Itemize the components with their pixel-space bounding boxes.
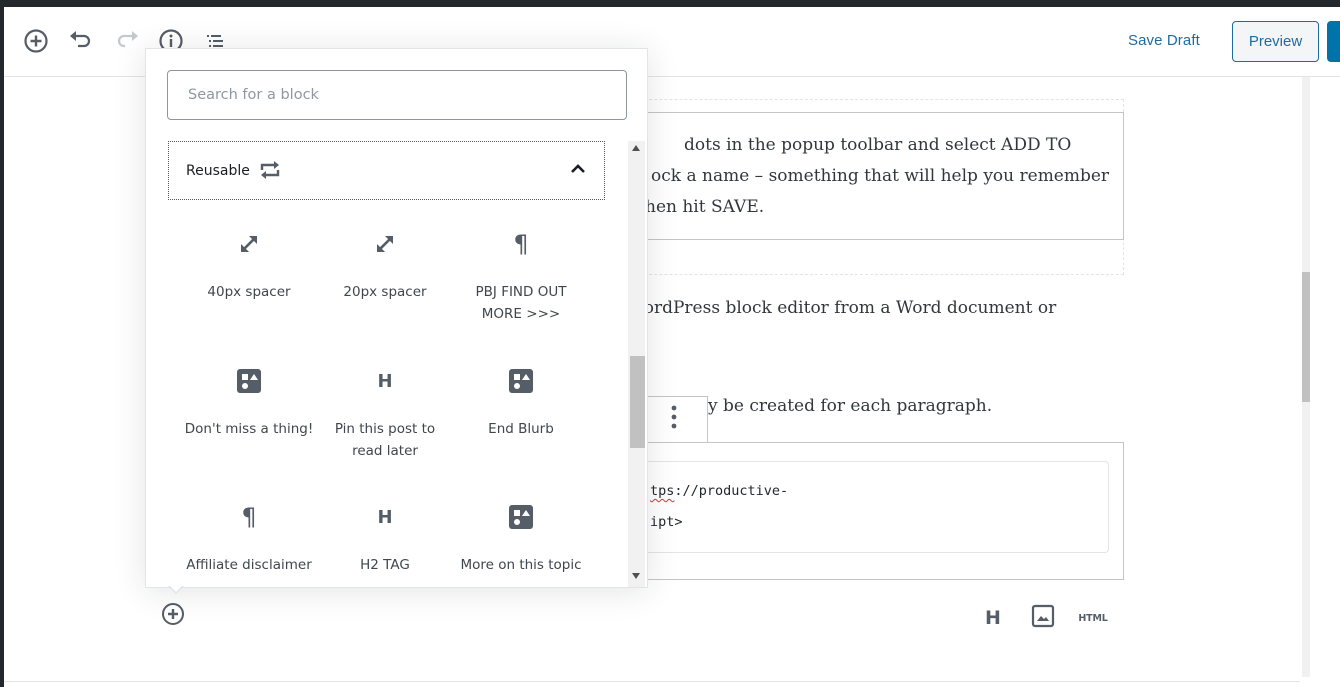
insert-image-button[interactable] bbox=[1028, 603, 1058, 633]
block-label: More on this topic bbox=[460, 557, 582, 573]
redo-button[interactable] bbox=[113, 27, 141, 55]
block-label: Don't miss a thing! bbox=[184, 421, 314, 437]
paragraph-icon: ¶ bbox=[513, 230, 529, 258]
heading-icon: H bbox=[377, 506, 393, 528]
paragraph-block-2[interactable]: y be created for each paragraph. bbox=[708, 396, 992, 416]
undo-icon bbox=[68, 28, 94, 54]
preview-label: Preview bbox=[1248, 33, 1303, 50]
heading-icon: H bbox=[985, 607, 1001, 629]
resize-arrows-icon bbox=[374, 229, 396, 259]
block-item[interactable]: End Blurb bbox=[453, 362, 589, 484]
inserter-scrollbar-thumb[interactable] bbox=[630, 356, 645, 448]
paragraph-block[interactable]: /ordPress block editor from a Word docum… bbox=[638, 298, 1056, 318]
divider bbox=[4, 681, 1300, 682]
html-icon: HTML bbox=[1078, 612, 1108, 624]
undo-button[interactable] bbox=[67, 27, 95, 55]
publish-button[interactable] bbox=[1327, 21, 1340, 62]
add-block-button[interactable] bbox=[22, 27, 50, 55]
instruction-line-3: hen hit SAVE. bbox=[645, 197, 765, 217]
scroll-up-arrow-icon[interactable] bbox=[632, 145, 640, 151]
more-options-button[interactable] bbox=[640, 396, 708, 443]
scroll-down-arrow-icon[interactable] bbox=[632, 573, 640, 579]
reusable-arrows-icon bbox=[260, 160, 280, 179]
heading-icon: H bbox=[377, 370, 393, 392]
block-results: Reusable 40px spacer 20px spacer ¶ PBJ F… bbox=[146, 141, 626, 587]
popover-arrow-inner bbox=[169, 585, 183, 592]
page-scrollbar[interactable] bbox=[1302, 77, 1310, 677]
block-label: Affiliate disclaimer bbox=[186, 557, 312, 573]
code-line-2: ipt> bbox=[650, 514, 683, 530]
shapes-icon bbox=[237, 366, 261, 396]
misspelled-word: tps bbox=[650, 483, 675, 499]
block-label: 20px spacer bbox=[343, 284, 427, 300]
more-vertical-icon bbox=[670, 404, 678, 435]
insert-heading-button[interactable]: H bbox=[978, 603, 1008, 633]
block-item[interactable]: H H2 TAG bbox=[317, 498, 453, 587]
block-search-input[interactable] bbox=[167, 70, 627, 120]
add-block-inline-button[interactable] bbox=[159, 602, 187, 630]
add-block-icon bbox=[23, 28, 49, 54]
code-line-1: tps://productive- bbox=[650, 483, 788, 499]
block-inserter-popover: Reusable 40px spacer 20px spacer bbox=[145, 48, 648, 588]
insert-html-button[interactable]: HTML bbox=[1078, 603, 1108, 633]
block-label: PBJ FIND OUT MORE >>> bbox=[475, 284, 567, 322]
preview-button[interactable]: Preview bbox=[1232, 21, 1319, 62]
editor-window: Save Draft Preview dots in the popup too… bbox=[4, 7, 1340, 687]
shapes-icon bbox=[509, 366, 533, 396]
save-draft-button[interactable]: Save Draft bbox=[1128, 32, 1200, 49]
block-item[interactable]: H Pin this post to read later bbox=[317, 362, 453, 484]
block-label: H2 TAG bbox=[360, 557, 410, 573]
block-item[interactable]: More on this topic bbox=[453, 498, 589, 587]
resize-arrows-icon bbox=[238, 229, 260, 259]
custom-html-block[interactable]: tps://productive- ipt> bbox=[564, 442, 1124, 580]
block-item[interactable]: 40px spacer bbox=[181, 225, 317, 347]
block-item[interactable]: ¶ PBJ FIND OUT MORE >>> bbox=[453, 225, 589, 347]
block-item[interactable]: 20px spacer bbox=[317, 225, 453, 347]
html-code-editor[interactable]: tps://productive- ipt> bbox=[581, 461, 1109, 553]
inserter-scrollbar[interactable] bbox=[628, 141, 645, 587]
block-item[interactable]: Don't miss a thing! bbox=[181, 362, 317, 484]
block-label: Pin this post to read later bbox=[334, 421, 436, 459]
redo-icon bbox=[114, 28, 140, 54]
image-icon bbox=[1031, 604, 1055, 633]
panel-title: Reusable bbox=[186, 162, 250, 179]
page-scrollbar-thumb[interactable] bbox=[1302, 272, 1310, 402]
code-line-1-rest: ://productive- bbox=[674, 483, 789, 499]
block-item[interactable]: ¶ Affiliate disclaimer bbox=[181, 498, 317, 587]
instruction-block[interactable]: dots in the popup toolbar and select ADD… bbox=[564, 112, 1124, 240]
shapes-icon bbox=[509, 502, 533, 532]
reusable-panel-toggle[interactable]: Reusable bbox=[168, 141, 605, 200]
block-label: 40px spacer bbox=[207, 284, 291, 300]
paragraph-icon: ¶ bbox=[241, 503, 257, 531]
add-block-inline-icon bbox=[161, 602, 185, 631]
chevron-up-icon bbox=[570, 162, 586, 174]
block-label: End Blurb bbox=[488, 421, 554, 437]
instruction-line-2: ock a name – something that will help yo… bbox=[651, 166, 1110, 186]
instruction-line-1: dots in the popup toolbar and select ADD… bbox=[684, 135, 1072, 155]
